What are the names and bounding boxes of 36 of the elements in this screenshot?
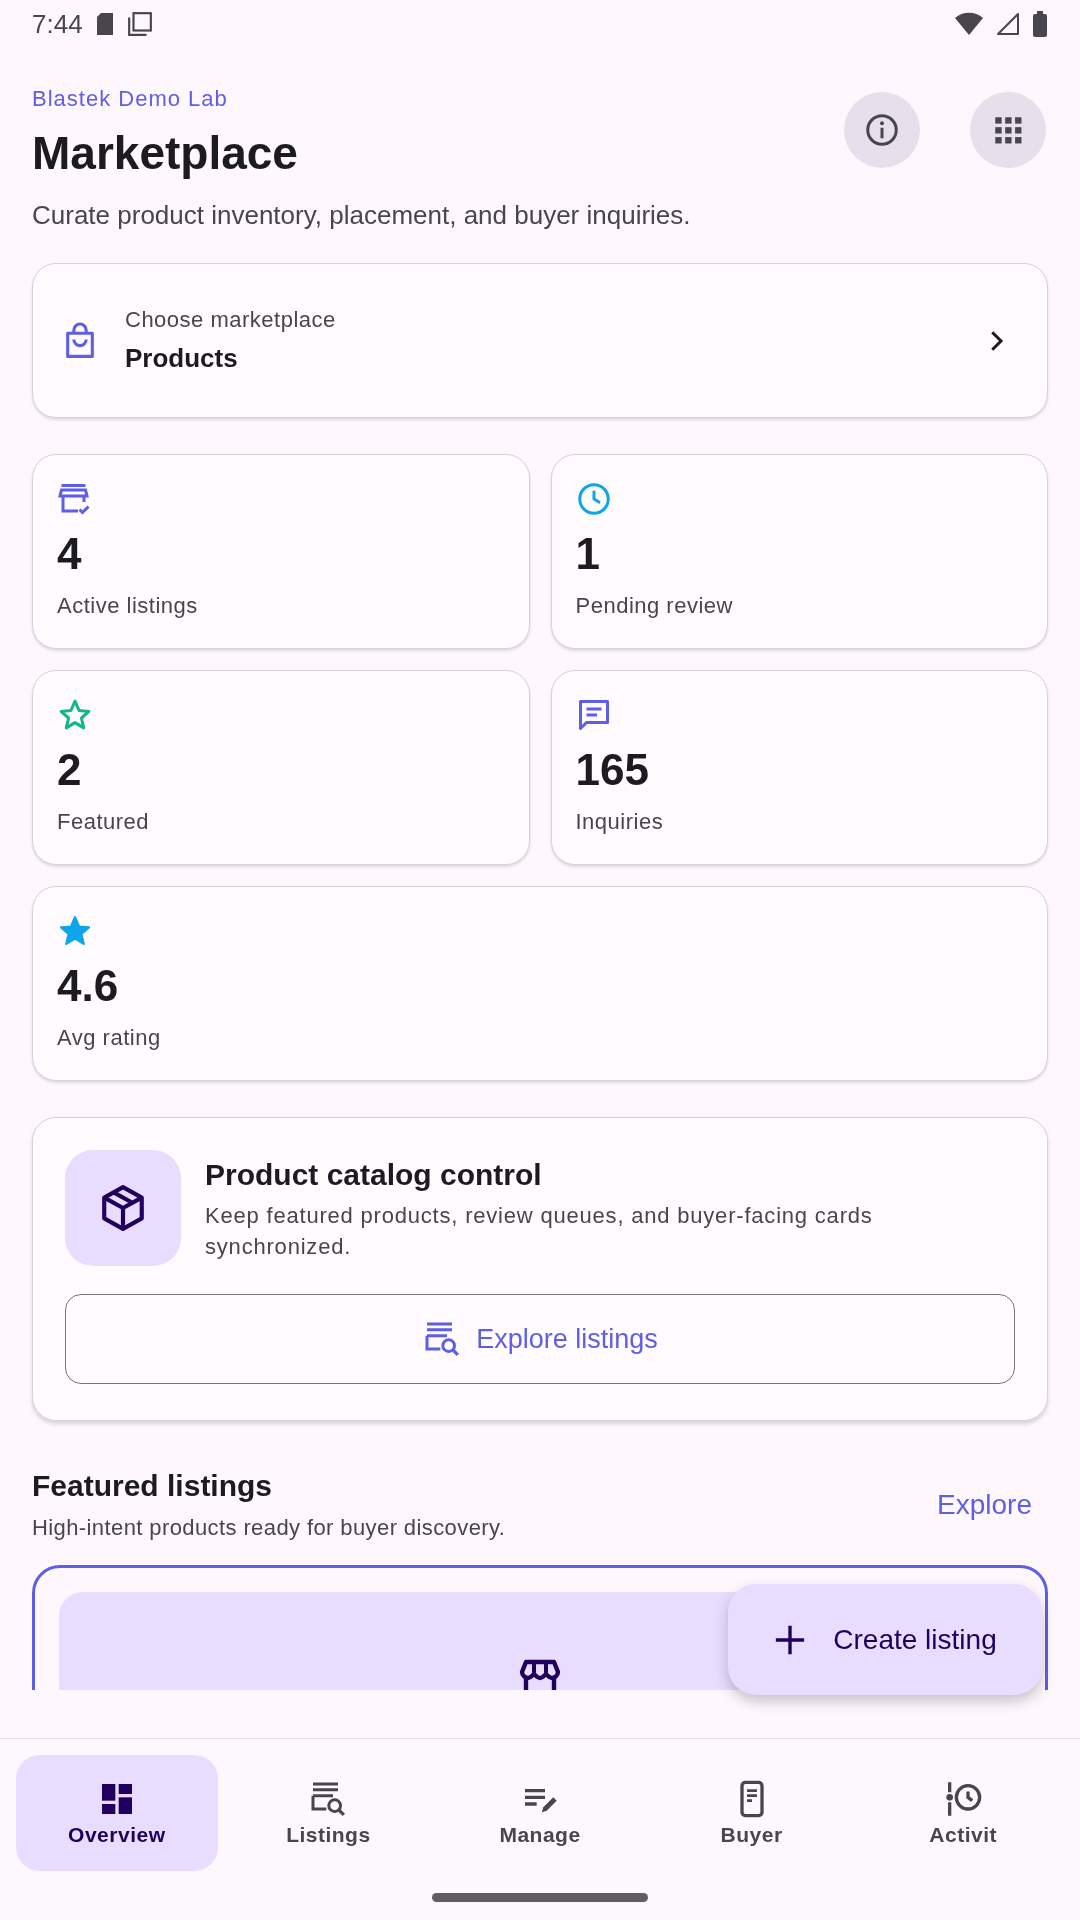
section-subtitle: High-intent products ready for buyer discovery. bbox=[32, 1515, 507, 1541]
page-subtitle: Curate product inventory, placement, and buyer inquiries. bbox=[32, 200, 691, 231]
nav-tab[interactable]: Activit bbox=[862, 1755, 1064, 1871]
section-title: Featured listings bbox=[32, 1469, 274, 1503]
info-icon bbox=[864, 112, 900, 148]
status-time: 7:44 bbox=[32, 8, 83, 40]
stat-value: 165 bbox=[575, 745, 649, 795]
nav-tab[interactable]: Overview bbox=[16, 1755, 218, 1871]
signal-icon bbox=[996, 12, 1020, 36]
stat-value: 4.6 bbox=[57, 961, 119, 1011]
stat-label: Pending review bbox=[575, 593, 733, 619]
explore-listings-button[interactable]: Explore listings bbox=[65, 1294, 1015, 1384]
stat-label: Featured bbox=[57, 809, 150, 835]
stat-value: 4 bbox=[57, 529, 82, 579]
page-title: Marketplace bbox=[32, 126, 298, 180]
card-description: Keep featured products, review queues, and buyer-facing cards synchronized. bbox=[205, 1202, 874, 1261]
sd-card-icon bbox=[94, 12, 115, 36]
selector-label: Choose marketplace bbox=[125, 307, 337, 333]
stat-label: Avg rating bbox=[57, 1025, 161, 1051]
stat-label: Active listings bbox=[57, 593, 198, 619]
stat-value: 2 bbox=[57, 745, 82, 795]
timeline-clock-icon bbox=[943, 1779, 984, 1819]
explore-link[interactable]: Explore bbox=[937, 1489, 1032, 1521]
create-listing-button[interactable]: Create listing bbox=[728, 1584, 1042, 1695]
organization-name: Blastek Demo Lab bbox=[32, 86, 228, 112]
selected-marketplace: Products bbox=[125, 343, 239, 374]
marketplace-selector[interactable]: Choose marketplace Products bbox=[32, 263, 1048, 418]
nav-tab[interactable]: Buyer bbox=[650, 1755, 853, 1871]
nav-tab[interactable]: Manage bbox=[439, 1755, 641, 1871]
wifi-icon bbox=[954, 12, 984, 36]
card-title: Product catalog control bbox=[205, 1158, 543, 1192]
battery-icon bbox=[1032, 11, 1048, 37]
stat-label: Inquiries bbox=[575, 809, 664, 835]
nav-tab[interactable]: Listings bbox=[227, 1755, 430, 1871]
copy-icon bbox=[126, 11, 153, 37]
stat-value: 1 bbox=[575, 529, 600, 579]
